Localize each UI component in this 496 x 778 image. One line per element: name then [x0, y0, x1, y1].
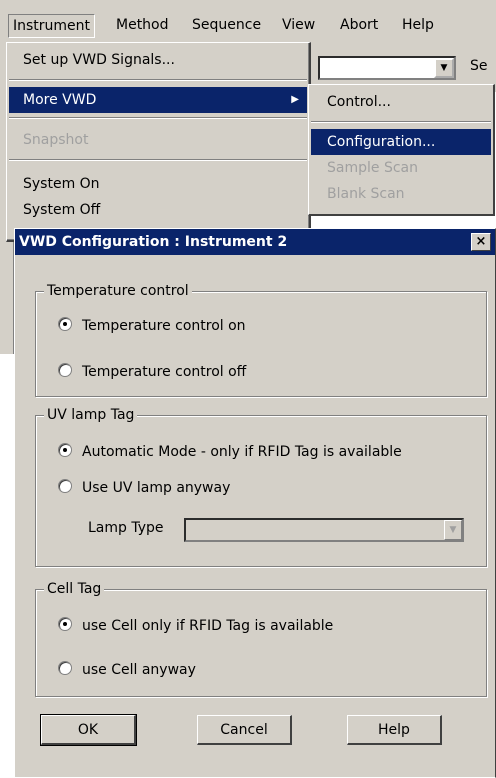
radio-label: Temperature control off: [82, 364, 247, 380]
chevron-down-icon[interactable]: ▼: [434, 58, 454, 78]
cancel-button[interactable]: Cancel: [197, 715, 292, 745]
group-legend: UV lamp Tag: [44, 407, 138, 423]
dialog-title: VWD Configuration : Instrument 2: [19, 234, 288, 250]
menu-item-system-off[interactable]: System Off: [9, 197, 307, 223]
group-legend: Cell Tag: [44, 581, 105, 597]
radio-use-uv-lamp-anyway[interactable]: Use UV lamp anyway: [58, 478, 230, 498]
radio-label: use Cell anyway: [82, 662, 196, 678]
radio-unselected-icon: [58, 363, 72, 377]
instrument-menu: Set up VWD Signals... More VWD ▶ Snapsho…: [6, 42, 311, 242]
vwd-configuration-dialog: VWD Configuration : Instrument 2 × Tempe…: [14, 228, 496, 778]
radio-label: Use UV lamp anyway: [82, 480, 231, 496]
submenu-item-sample-scan[interactable]: Sample Scan: [311, 155, 491, 181]
menu-separator: [9, 117, 307, 119]
dialog-titlebar[interactable]: VWD Configuration : Instrument 2 ×: [15, 229, 495, 255]
radio-label: use Cell only if RFID Tag is available: [82, 618, 334, 634]
close-button[interactable]: ×: [471, 233, 491, 251]
menu-separator: [9, 79, 307, 81]
menu-separator: [9, 159, 307, 161]
lamp-type-label: Lamp Type: [88, 520, 164, 536]
radio-unselected-icon: [58, 661, 72, 675]
cell-tag-group: Cell Tag use Cell only if RFID Tag is av…: [35, 581, 487, 697]
menu-instrument[interactable]: Instrument: [8, 14, 96, 38]
submenu-item-control[interactable]: Control...: [311, 89, 491, 115]
lamp-type-select[interactable]: ▼: [184, 518, 464, 542]
menu-item-more-vwd[interactable]: More VWD ▶: [9, 87, 307, 113]
radio-label: Temperature control on: [82, 318, 246, 334]
radio-temperature-on[interactable]: Temperature control on: [58, 316, 246, 336]
radio-selected-icon: [58, 317, 72, 331]
chevron-down-icon[interactable]: ▼: [444, 520, 462, 540]
close-icon: ×: [475, 234, 487, 249]
menu-abort[interactable]: Abort: [336, 14, 382, 36]
submenu-arrow-icon: ▶: [291, 94, 299, 105]
toolbar-combobox[interactable]: ▼: [318, 56, 456, 80]
radio-selected-icon: [58, 443, 72, 457]
menu-item-label: More VWD: [23, 92, 97, 108]
radio-automatic-mode[interactable]: Automatic Mode - only if RFID Tag is ava…: [58, 442, 402, 462]
menu-view[interactable]: View: [278, 14, 319, 36]
more-vwd-submenu: Control... Configuration... Sample Scan …: [308, 84, 495, 216]
menu-help[interactable]: Help: [398, 14, 438, 36]
radio-label: Automatic Mode - only if RFID Tag is ava…: [82, 444, 402, 460]
menu-separator: [311, 121, 491, 123]
menu-item-snapshot[interactable]: Snapshot: [9, 127, 307, 153]
menu-sequence[interactable]: Sequence: [188, 14, 265, 36]
menu-item-setup-vwd-signals[interactable]: Set up VWD Signals...: [9, 47, 307, 73]
uv-lamp-tag-group: UV lamp Tag Automatic Mode - only if RFI…: [35, 407, 487, 567]
group-legend: Temperature control: [44, 283, 192, 299]
submenu-item-configuration[interactable]: Configuration...: [311, 129, 491, 155]
radio-cell-rfid-only[interactable]: use Cell only if RFID Tag is available: [58, 616, 333, 636]
radio-use-cell-anyway[interactable]: use Cell anyway: [58, 660, 196, 680]
toolbar-label: Se: [470, 58, 488, 74]
menu-method[interactable]: Method: [112, 14, 173, 36]
ok-button[interactable]: OK: [40, 714, 137, 746]
radio-temperature-off[interactable]: Temperature control off: [58, 362, 246, 382]
menu-bar: Instrument Method Sequence View Abort He…: [0, 0, 496, 42]
help-button[interactable]: Help: [347, 715, 442, 745]
radio-unselected-icon: [58, 479, 72, 493]
submenu-item-blank-scan[interactable]: Blank Scan: [311, 181, 491, 207]
temperature-control-group: Temperature control Temperature control …: [35, 283, 487, 397]
menu-item-system-on[interactable]: System On: [9, 171, 307, 197]
radio-selected-icon: [58, 617, 72, 631]
